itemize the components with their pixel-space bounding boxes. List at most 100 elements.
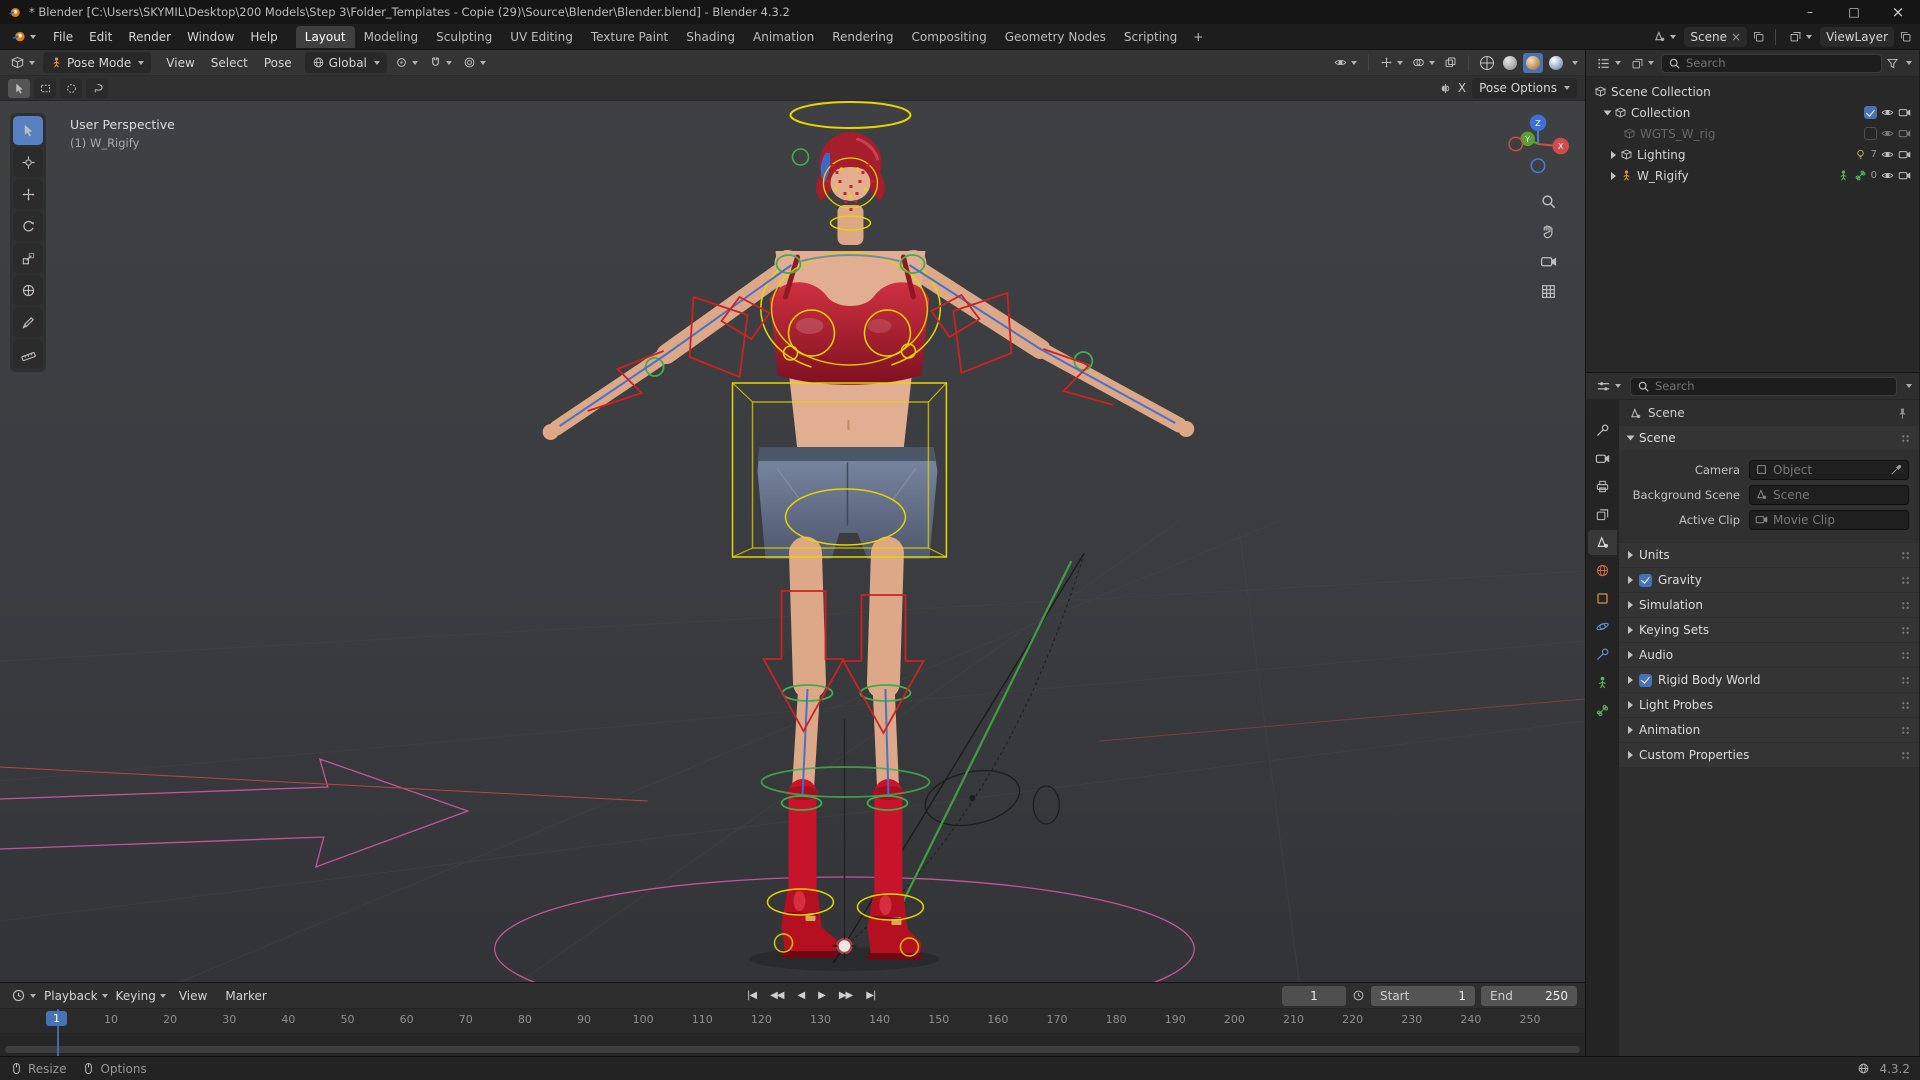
tab-bone[interactable] xyxy=(1588,698,1617,723)
drag-grip-icon[interactable] xyxy=(1901,625,1910,635)
tab-compositing[interactable]: Compositing xyxy=(902,26,995,48)
eye-icon[interactable] xyxy=(1881,106,1894,119)
scene-name-field[interactable]: Scene × xyxy=(1684,26,1748,47)
menu-edit[interactable]: Edit xyxy=(81,27,120,47)
tree-row-scene-collection[interactable]: Scene Collection xyxy=(1589,81,1916,102)
play-button[interactable]: ▶ xyxy=(813,988,830,1003)
timeline-ruler[interactable]: 10 20 30 40 50 60 70 80 90 100 110 120 1… xyxy=(0,1009,1585,1034)
filter-icon[interactable] xyxy=(1886,57,1899,70)
tab-sculpting[interactable]: Sculpting xyxy=(427,26,501,48)
tool-annotate[interactable] xyxy=(13,308,43,337)
drag-grip-icon[interactable] xyxy=(1901,600,1910,610)
panel-gravity[interactable]: Gravity xyxy=(1619,568,1919,592)
tree-row-rigify[interactable]: W_Rigify 0 xyxy=(1589,165,1916,186)
snap-toggle[interactable] xyxy=(426,54,455,71)
camera-icon[interactable] xyxy=(1898,106,1911,119)
shading-material-button[interactable] xyxy=(1523,52,1543,73)
drag-grip-icon[interactable] xyxy=(1901,750,1910,760)
ortho-grid-icon[interactable] xyxy=(1540,283,1557,300)
drag-grip-icon[interactable] xyxy=(1901,575,1910,585)
menu-select[interactable]: Select xyxy=(203,53,256,73)
next-keyframe-button[interactable]: ▶▶ xyxy=(834,988,857,1003)
playback-menu[interactable]: Playback xyxy=(41,987,111,1005)
network-icon[interactable] xyxy=(1857,1062,1870,1075)
keying-menu[interactable]: Keying xyxy=(113,987,169,1005)
navigation-gizmo[interactable]: Z X Y xyxy=(1507,113,1569,175)
tab-animation[interactable]: Animation xyxy=(744,26,823,48)
tab-scripting[interactable]: Scripting xyxy=(1115,26,1186,48)
tab-shading[interactable]: Shading xyxy=(677,26,744,48)
camera-field[interactable]: Object xyxy=(1749,459,1909,480)
properties-search-input[interactable] xyxy=(1655,379,1890,393)
tab-tool[interactable] xyxy=(1588,418,1617,443)
panel-units[interactable]: Units xyxy=(1619,543,1919,567)
gizmo-x-label[interactable]: X xyxy=(1558,141,1564,151)
menu-file[interactable]: File xyxy=(45,27,81,47)
tool-select-box[interactable] xyxy=(13,116,43,145)
tab-rendering[interactable]: Rendering xyxy=(823,26,902,48)
close-button[interactable]: × xyxy=(1876,0,1920,24)
menu-render[interactable]: Render xyxy=(120,27,179,47)
timeline-editor-type-button[interactable] xyxy=(8,986,39,1005)
panel-rigid-body-world[interactable]: Rigid Body World xyxy=(1619,668,1919,692)
minimize-button[interactable]: – xyxy=(1788,0,1832,24)
new-viewlayer-icon[interactable] xyxy=(1899,30,1912,43)
properties-editor-type-button[interactable] xyxy=(1593,377,1624,396)
camera-icon[interactable] xyxy=(1898,127,1911,140)
tree-row-wgts[interactable]: WGTS_W_rig xyxy=(1589,123,1916,144)
viewport-canvas[interactable]: User Perspective (1) W_Rigify Z X Y xyxy=(0,101,1585,982)
mirror-icon[interactable] xyxy=(1439,82,1452,95)
panel-audio[interactable]: Audio xyxy=(1619,643,1919,667)
tool-move[interactable] xyxy=(13,180,43,209)
timeline-track[interactable] xyxy=(0,1034,1585,1056)
eye-icon[interactable] xyxy=(1881,169,1894,182)
camera-icon[interactable] xyxy=(1898,169,1911,182)
zoom-icon[interactable] xyxy=(1540,193,1557,210)
active-clip-field[interactable]: Movie Clip xyxy=(1749,509,1909,530)
tool-transform[interactable] xyxy=(13,276,43,305)
add-workspace-button[interactable]: + xyxy=(1186,28,1210,46)
panel-scene-header[interactable]: Scene xyxy=(1619,426,1919,450)
tab-geometry-nodes[interactable]: Geometry Nodes xyxy=(996,26,1115,48)
shading-wireframe-button[interactable] xyxy=(1477,53,1497,73)
outliner-search[interactable] xyxy=(1661,53,1882,73)
tab-modeling[interactable]: Modeling xyxy=(355,26,428,48)
properties-search[interactable] xyxy=(1630,376,1897,396)
expand-icon[interactable] xyxy=(1611,171,1616,180)
menu-help[interactable]: Help xyxy=(242,27,285,47)
expand-icon[interactable] xyxy=(1611,150,1616,159)
select-tweak-button[interactable] xyxy=(8,78,30,98)
overlays-dropdown[interactable] xyxy=(1409,54,1438,71)
tool-cursor[interactable] xyxy=(13,148,43,177)
tree-row-collection[interactable]: Collection xyxy=(1589,102,1916,123)
menu-view[interactable]: View xyxy=(158,53,202,73)
tab-uv-editing[interactable]: UV Editing xyxy=(501,26,582,48)
gizmo-z-label[interactable]: Z xyxy=(1535,118,1541,128)
menu-pose[interactable]: Pose xyxy=(256,53,300,73)
current-frame-field[interactable]: 1 xyxy=(1282,985,1346,1006)
camera-view-icon[interactable] xyxy=(1540,253,1557,270)
tab-constraints[interactable] xyxy=(1588,642,1617,667)
select-circle-button[interactable] xyxy=(60,78,82,98)
mirror-x-button[interactable]: X xyxy=(1458,81,1466,95)
panel-simulation[interactable]: Simulation xyxy=(1619,593,1919,617)
timeline-body[interactable]: 10 20 30 40 50 60 70 80 90 100 110 120 1… xyxy=(0,1009,1585,1056)
tab-texture-paint[interactable]: Texture Paint xyxy=(582,26,677,48)
timeline-marker-menu[interactable]: Marker xyxy=(217,986,274,1006)
menu-window[interactable]: Window xyxy=(179,27,242,47)
unlink-icon[interactable]: × xyxy=(1731,30,1741,44)
eye-icon[interactable] xyxy=(1881,148,1894,161)
tab-output[interactable] xyxy=(1588,474,1617,499)
tool-rotate[interactable] xyxy=(13,212,43,241)
panel-animation[interactable]: Animation xyxy=(1619,718,1919,742)
tab-object-data[interactable] xyxy=(1588,670,1617,695)
panel-light-probes[interactable]: Light Probes xyxy=(1619,693,1919,717)
pin-icon[interactable] xyxy=(1896,407,1909,420)
pose-options-button[interactable]: Pose Options xyxy=(1472,77,1577,99)
maximize-button[interactable]: □ xyxy=(1832,0,1876,24)
expand-icon[interactable] xyxy=(1603,110,1612,115)
drag-grip-icon[interactable] xyxy=(1901,550,1910,560)
tool-measure[interactable] xyxy=(13,340,43,369)
tool-scale[interactable] xyxy=(13,244,43,273)
gizmos-dropdown[interactable] xyxy=(1377,54,1406,71)
